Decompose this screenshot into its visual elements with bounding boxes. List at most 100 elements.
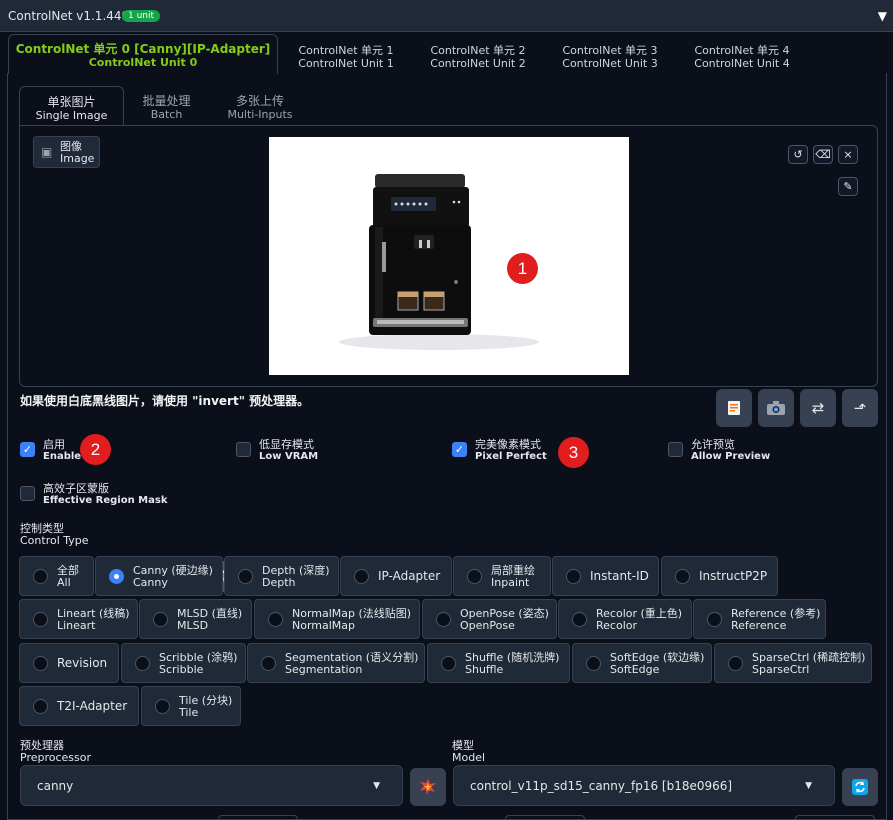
close-icon[interactable]: × (838, 145, 858, 164)
radio-dot[interactable] (354, 569, 369, 584)
invert-hint-text: 如果使用白底黑线图片，请使用 "invert" 预处理器。 (20, 394, 310, 408)
control-type-softedge[interactable]: SoftEdge (软边缘) SoftEdge (572, 643, 712, 683)
radio-dot[interactable] (155, 699, 170, 714)
control-type-all[interactable]: 全部 All (19, 556, 94, 596)
preprocessor-dropdown[interactable]: canny ▼ (20, 765, 403, 806)
control-type-segmentation[interactable]: Segmentation (语义分割) Segmentation (247, 643, 425, 683)
send-up-arrow-icon[interactable]: ⬏ (842, 389, 878, 427)
controlnet-header[interactable]: ControlNet v1.1.449 1 unit ▼ (0, 0, 893, 32)
radio-sublabel: SparseCtrl (752, 663, 810, 676)
tab-sublabel: ControlNet Unit 2 (430, 57, 526, 70)
tab-single-image[interactable]: 单张图片 Single Image (19, 86, 124, 126)
radio-sublabel: Lineart (57, 619, 96, 632)
eraser-icon[interactable]: ⌫ (813, 145, 833, 164)
tab-sublabel: ControlNet Unit 3 (562, 57, 658, 70)
radio-dot[interactable] (33, 612, 48, 627)
checkbox-label: 允许预览 (691, 438, 735, 451)
refresh-models-icon[interactable] (842, 768, 878, 806)
control-type-label: 控制类型 Control Type (20, 523, 89, 547)
control-type-lineart[interactable]: Lineart (线稿) Lineart (19, 599, 138, 639)
control-type-scribble[interactable]: Scribble (涂鸦) Scribble (121, 643, 246, 683)
radio-dot[interactable] (135, 656, 150, 671)
checkbox-box[interactable] (20, 486, 35, 501)
control-type-revision[interactable]: Revision (19, 643, 119, 683)
control-type-ip-adapter[interactable]: IP-Adapter (340, 556, 452, 596)
checkmark-icon[interactable]: ✓ (20, 442, 35, 457)
tab-label: 批量处理 (142, 94, 191, 108)
tab-unit-4[interactable]: ControlNet 单元 4 ControlNet Unit 4 (678, 34, 806, 74)
radio-dot[interactable] (33, 656, 48, 671)
triangle-down-icon[interactable]: ▼ (878, 9, 887, 23)
unit-tab-bar: ControlNet 单元 0 [Canny][IP-Adapter] Cont… (0, 34, 893, 74)
control-type-instant-id[interactable]: Instant-ID (552, 556, 659, 596)
tab-unit-2[interactable]: ControlNet 单元 2 ControlNet Unit 2 (414, 34, 542, 74)
radio-dot[interactable] (33, 699, 48, 714)
tab-batch[interactable]: 批量处理 Batch (124, 86, 209, 126)
radio-sublabel: Inpaint (491, 576, 530, 589)
control-type-normalmap[interactable]: NormalMap (法线贴图) NormalMap (254, 599, 420, 639)
radio-dot[interactable] (268, 612, 283, 627)
radio-dot[interactable] (33, 569, 48, 584)
radio-sublabel: SoftEdge (610, 663, 660, 676)
radio-sublabel: Reference (731, 619, 787, 632)
control-type-sparsectrl[interactable]: SparseCtrl (稀疏控制) SparseCtrl (714, 643, 872, 683)
control-type-openpose[interactable]: OpenPose (姿态) OpenPose (422, 599, 557, 639)
radio-dot[interactable] (153, 612, 168, 627)
coffee-machine-image (339, 174, 539, 350)
section-label-en: Preprocessor (20, 751, 92, 764)
control-type-reference[interactable]: Reference (参考) Reference (693, 599, 826, 639)
notepad-icon[interactable] (716, 389, 752, 427)
radio-dot-selected[interactable] (109, 569, 124, 584)
control-type-inpaint[interactable]: 局部重绘 Inpaint (453, 556, 551, 596)
radio-dot[interactable] (261, 656, 276, 671)
run-preprocessor-explosion-icon[interactable] (410, 768, 446, 806)
annotation-marker-2: 2 (80, 434, 111, 465)
control-type-shuffle[interactable]: Shuffle (随机洗牌) Shuffle (427, 643, 570, 683)
radio-dot[interactable] (566, 569, 581, 584)
tab-sublabel: ControlNet Unit 4 (694, 57, 790, 70)
checkbox-box[interactable] (668, 442, 683, 457)
control-type-t2i-adapter[interactable]: T2I-Adapter (19, 686, 139, 726)
image-label: ▣ 图像 Image (33, 136, 100, 168)
radio-label: IP-Adapter (378, 569, 441, 583)
radio-dot[interactable] (572, 612, 587, 627)
radio-dot[interactable] (436, 612, 451, 627)
control-type-recolor[interactable]: Recolor (重上色) Recolor (558, 599, 692, 639)
radio-dot[interactable] (238, 569, 253, 584)
swap-arrows-icon[interactable]: ⇄ (800, 389, 836, 427)
checkmark-icon[interactable]: ✓ (452, 442, 467, 457)
radio-dot[interactable] (728, 656, 743, 671)
model-dropdown[interactable]: control_v11p_sd15_canny_fp16 [b18e0966] … (453, 765, 835, 806)
control-type-depth[interactable]: Depth (深度) Depth (224, 556, 339, 596)
tab-sublabel: Multi-Inputs (227, 108, 293, 121)
control-type-instructp2p[interactable]: InstructP2P (661, 556, 778, 596)
tab-label: ControlNet 单元 4 (694, 44, 790, 57)
radio-dot[interactable] (707, 612, 722, 627)
tab-unit-1[interactable]: ControlNet 单元 1 ControlNet Unit 1 (282, 34, 410, 74)
control-type-tile[interactable]: Tile (分块) Tile (141, 686, 241, 726)
checkbox-sublabel: Pixel Perfect (475, 451, 547, 462)
radio-dot[interactable] (586, 656, 601, 671)
radio-label: Instant-ID (590, 569, 649, 583)
tab-label: 单张图片 (47, 95, 96, 109)
control-type-canny[interactable]: Canny (硬边缘) Canny (95, 556, 223, 596)
model-label: 模型 Model (452, 740, 485, 764)
tab-multi-inputs[interactable]: 多张上传 Multi-Inputs (219, 86, 301, 126)
tab-sublabel: ControlNet Unit 1 (298, 57, 394, 70)
checkbox-label: 启用 (43, 438, 65, 451)
radio-dot[interactable] (441, 656, 456, 671)
camera-icon[interactable] (758, 389, 794, 427)
tab-sublabel: ControlNet Unit 0 (88, 56, 198, 69)
radio-sublabel: Scribble (159, 663, 204, 676)
section-label-en: Control Type (20, 534, 89, 547)
checkbox-box[interactable] (236, 442, 251, 457)
radio-dot[interactable] (467, 569, 482, 584)
undo-icon[interactable]: ↺ (788, 145, 808, 164)
tab-unit-0[interactable]: ControlNet 单元 0 [Canny][IP-Adapter] Cont… (8, 34, 278, 74)
tab-unit-3[interactable]: ControlNet 单元 3 ControlNet Unit 3 (546, 34, 674, 74)
brush-icon[interactable]: ✎ (838, 177, 858, 196)
radio-sublabel: OpenPose (460, 619, 515, 632)
control-type-mlsd[interactable]: MLSD (直线) MLSD (139, 599, 252, 639)
image-label-subtext: Image (60, 152, 95, 165)
radio-dot[interactable] (675, 569, 690, 584)
